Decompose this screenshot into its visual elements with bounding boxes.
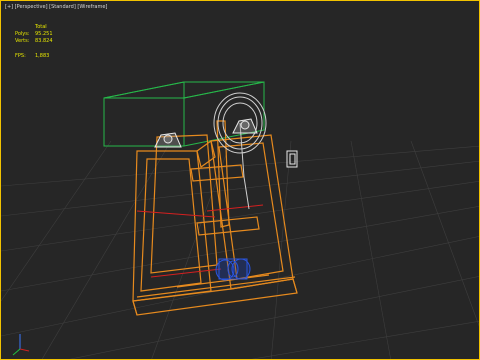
stats-polys-row: Polys: 95.251 — [15, 31, 53, 38]
stats-fps-row: FPS: 1,883 — [15, 53, 53, 60]
axis-tripod-icon — [12, 334, 30, 356]
stats-fps-value: 1,883 — [35, 53, 50, 59]
stats-total-header: Total — [35, 24, 47, 30]
stats-fps-key: FPS: — [15, 53, 26, 59]
stats-polys-key: Polys: — [15, 31, 30, 37]
side-component — [286, 150, 298, 168]
perspective-viewport[interactable]: [+] [Perspective] [Standard] [Wireframe]… — [0, 0, 480, 360]
viewport-view-menu[interactable]: [Perspective] — [15, 4, 48, 10]
stats-verts-key: Verts: — [15, 38, 30, 44]
viewport-display-mode[interactable]: [Wireframe] — [77, 4, 107, 10]
stats-verts-row: Verts: 83.824 — [15, 38, 53, 45]
viewport-scene[interactable] — [1, 1, 480, 360]
motor[interactable] — [215, 258, 251, 281]
viewport-label: [+] [Perspective] [Standard] [Wireframe] — [5, 4, 107, 10]
viewport-stats: Total Polys: 95.251 Verts: 83.824 FPS: 1… — [15, 24, 53, 60]
bearing-block-right — [232, 118, 258, 134]
viewport-shading-standard[interactable]: [Standard] — [49, 4, 76, 10]
stats-verts-value: 83.824 — [35, 38, 53, 44]
wire-frame-orange[interactable] — [132, 120, 298, 316]
viewport-menu-plus[interactable]: [+] — [5, 4, 13, 10]
hand-wheel[interactable] — [213, 92, 267, 210]
stats-polys-value: 95.251 — [35, 31, 53, 37]
ground-grid — [1, 140, 479, 359]
bearing-block-left — [154, 132, 182, 148]
